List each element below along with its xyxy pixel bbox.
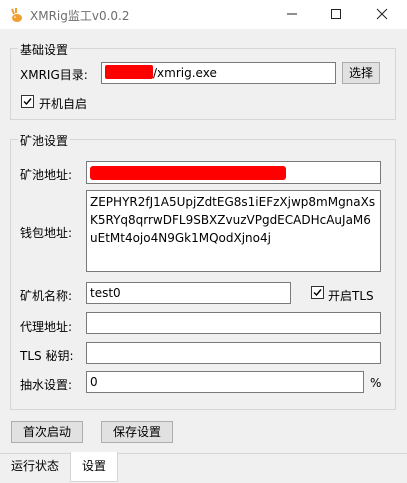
proxy-field[interactable] (86, 312, 381, 334)
tls-key-label: TLS 秘钥: (20, 349, 74, 363)
tls-checkbox[interactable] (311, 286, 324, 299)
miner-name-label: 矿机名称: (20, 289, 73, 303)
fee-label: 抽水设置: (20, 378, 73, 392)
miner-name-field[interactable]: test0 (86, 282, 291, 304)
rabbit-icon (11, 8, 22, 22)
pool-address-label: 矿池地址: (20, 168, 73, 182)
tls-key-field[interactable] (86, 342, 381, 364)
xmrig-dir-field[interactable]: /xmrig.exe (101, 62, 336, 84)
tls-label: 开启TLS (328, 289, 374, 303)
wallet-label: 钱包地址: (20, 226, 73, 240)
proxy-label: 代理地址: (20, 320, 73, 334)
tab-settings[interactable]: 设置 (70, 452, 118, 482)
basic-settings-title: 基础设置 (18, 41, 71, 58)
xmrig-dir-value: /xmrig.exe (153, 66, 217, 80)
close-icon[interactable] (372, 4, 392, 24)
wallet-field[interactable]: ZEPHYR2fJ1A5UpjZdtEG8s1iEFzXjwp8mMgnaXsK… (86, 190, 381, 272)
browse-button[interactable]: 选择 (342, 62, 380, 84)
pool-address-field[interactable] (86, 161, 381, 184)
save-settings-button[interactable]: 保存设置 (101, 421, 173, 443)
window-title: XMRig监工v0.0.2 (30, 9, 130, 23)
tab-bar: 运行状态 设置 (0, 452, 407, 483)
maximize-icon[interactable] (326, 4, 346, 24)
tab-run-status[interactable]: 运行状态 (2, 453, 68, 479)
redacted-pool-address (90, 166, 286, 180)
xmrig-dir-label: XMRIG目录: (20, 68, 88, 82)
fee-unit: % (370, 376, 382, 390)
title-bar[interactable]: XMRig监工v0.0.2 (0, 0, 407, 29)
pool-settings-title: 矿池设置 (18, 132, 71, 149)
fee-field[interactable]: 0 (86, 371, 364, 393)
autostart-label: 开机自启 (39, 97, 88, 111)
autostart-checkbox[interactable] (21, 95, 34, 108)
minimize-icon[interactable] (282, 4, 302, 24)
checkmark-icon (23, 98, 32, 106)
redacted-path (105, 65, 153, 79)
checkmark-icon (313, 289, 322, 297)
first-start-button[interactable]: 首次启动 (11, 421, 83, 443)
